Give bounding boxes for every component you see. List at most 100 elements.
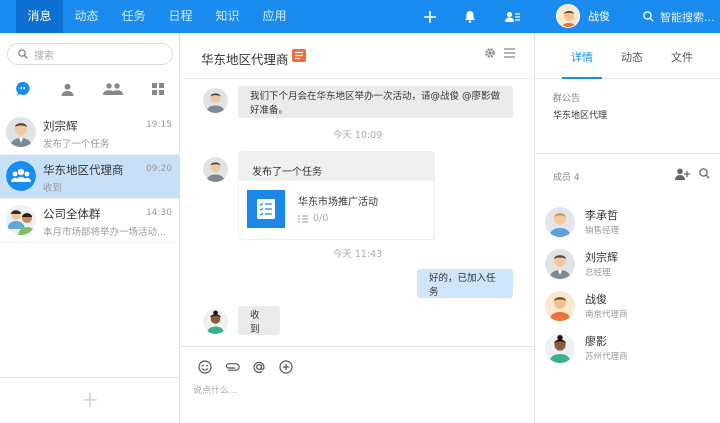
conversation-name: 华东地区代理商 [43, 163, 124, 177]
tab-contacts[interactable] [45, 77, 90, 101]
member-item[interactable]: 李承哲 销售经理 [545, 203, 715, 243]
list-item[interactable]: 刘宗辉 19:15 发布了一个任务 [0, 111, 180, 155]
member-name: 战俊 [585, 293, 607, 306]
list-item[interactable]: 华东地区代理商 09:20 收到 [0, 155, 180, 199]
global-search[interactable]: 智能搜索... [643, 0, 715, 33]
member-item[interactable]: 战俊 南京代理商 [545, 287, 715, 327]
search-icon[interactable] [699, 168, 710, 179]
group-avatar [6, 161, 36, 191]
avatar[interactable] [203, 309, 228, 334]
chat-panel: 华东地区代理商 我们下个月会在华东地区举办一次活动，请@战俊 @廖影做好准备。 … [181, 33, 534, 423]
chat-title: 华东地区代理商 [201, 52, 289, 67]
task-card-body: 华东市场推广活动 0/0 [239, 181, 434, 239]
avatar [545, 249, 575, 279]
search-icon [18, 49, 28, 59]
member-name: 李承哲 [585, 209, 618, 222]
member-item[interactable]: 刘宗辉 总经理 [545, 245, 715, 285]
member-role: 销售经理 [585, 226, 620, 236]
task-checklist-icon [247, 190, 285, 228]
message-timestamp: 今天 11:43 [332, 249, 383, 260]
list-item[interactable]: 公司全体群 14:30 本月市场部将举办一场活动... [0, 199, 180, 243]
top-navbar: 消息 动态 任务 日程 知识 应用 战俊 智能搜索... [0, 0, 720, 33]
grid-icon [151, 83, 164, 95]
conversation-name: 刘宗辉 [43, 119, 78, 133]
conversation-time: 14:30 [146, 208, 172, 218]
message-text: 我们下个月会在华东地区举办一次活动，请@战俊 @廖影做好准备。 [250, 91, 501, 116]
add-icon[interactable] [422, 0, 438, 33]
tab-apps-grid[interactable] [135, 77, 180, 101]
details-panel: 详情 动态 文件 群公告 华东地区代理 成员 4 李承哲 销售经理 刘宗辉 总经… [534, 33, 720, 423]
user-name: 战俊 [588, 10, 610, 23]
tab-groups[interactable] [90, 77, 135, 101]
divider [535, 153, 720, 154]
message-composer: 说点什么... [181, 346, 534, 423]
avatar [545, 207, 575, 237]
conversation-filter-tabs [0, 77, 180, 101]
user-avatar [556, 4, 580, 28]
task-name: 华东市场推广活动 [298, 197, 378, 208]
search-icon [643, 11, 654, 22]
group-icon [102, 83, 123, 95]
menu-icon[interactable] [504, 48, 515, 61]
add-circle-icon[interactable] [272, 357, 299, 377]
task-progress-value: 0/0 [313, 213, 329, 224]
task-header-text: 发布了一个任务 [252, 167, 322, 178]
chat-header: 华东地区代理商 [181, 33, 534, 79]
group-notice-label: 群公告 [553, 94, 581, 104]
avatar[interactable] [203, 88, 228, 113]
nav-tab-tasks[interactable]: 任务 [110, 0, 157, 33]
conversation-search-placeholder: 搜索 [34, 50, 54, 62]
conversation-time: 09:20 [146, 164, 172, 174]
message-bubble: 我们下个月会在华东地区举办一次活动，请@战俊 @廖影做好准备。 [238, 86, 513, 118]
member-name: 廖影 [585, 335, 607, 348]
group-notice-text: 华东地区代理 [553, 111, 608, 121]
add-member-icon[interactable] [675, 168, 690, 180]
nav-tab-schedule[interactable]: 日程 [157, 0, 204, 33]
current-user[interactable]: 战俊 [556, 4, 610, 28]
composer-toolbar [191, 357, 299, 377]
new-conversation-button[interactable]: + [0, 377, 180, 423]
avatar[interactable] [203, 157, 228, 182]
nav-tab-activity[interactable]: 动态 [63, 0, 110, 33]
member-role: 总经理 [585, 268, 611, 278]
message-timestamp: 今天 10:09 [332, 130, 383, 141]
conversation-preview: 发布了一个任务 [43, 139, 110, 150]
bell-icon[interactable] [462, 0, 478, 33]
mention-icon[interactable] [245, 357, 272, 377]
tab-details[interactable]: 详情 [557, 33, 607, 79]
group-avatar [6, 205, 36, 235]
nav-tab-apps[interactable]: 应用 [251, 0, 298, 33]
emoji-icon[interactable] [191, 357, 218, 377]
nav-tab-knowledge[interactable]: 知识 [204, 0, 251, 33]
message-text: 收到 [250, 309, 260, 335]
main-nav-tabs: 消息 动态 任务 日程 知识 应用 [16, 0, 298, 33]
member-role: 苏州代理商 [585, 352, 628, 362]
contacts-icon[interactable] [504, 0, 520, 33]
tab-activity[interactable]: 动态 [607, 33, 657, 79]
conversation-list: 刘宗辉 19:15 发布了一个任务 华东地区代理商 09:20 收到 公司全体群… [0, 111, 180, 243]
conversation-panel: 搜索 刘宗辉 19:15 发布了一个任务 华东地区代理商 09:20 收到 公司… [0, 33, 180, 423]
global-search-placeholder: 智能搜索... [660, 10, 715, 24]
conversation-preview: 收到 [43, 183, 63, 194]
message-bubble: 收到 [238, 306, 280, 335]
nav-tab-messages[interactable]: 消息 [16, 0, 63, 33]
list-icon [298, 214, 308, 223]
message-text: 好的，已加入任务 [429, 272, 496, 298]
attachment-icon[interactable] [218, 357, 245, 377]
self-message-bubble: 好的，已加入任务 [417, 269, 513, 298]
conversation-name: 公司全体群 [43, 207, 101, 221]
conversation-search-input[interactable]: 搜索 [7, 43, 173, 65]
announcement-icon[interactable] [292, 49, 306, 62]
tab-recent-chats[interactable] [0, 77, 45, 101]
conversation-preview: 本月市场部将举办一场活动... [43, 227, 167, 238]
task-progress: 0/0 [298, 213, 328, 224]
gear-icon[interactable] [484, 47, 496, 62]
message-input[interactable]: 说点什么... [193, 383, 238, 396]
person-icon [61, 83, 74, 96]
member-item[interactable]: 廖影 苏州代理商 [545, 329, 715, 369]
avatar [6, 117, 36, 147]
tab-files[interactable]: 文件 [657, 33, 707, 79]
avatar [545, 333, 575, 363]
task-message-card[interactable]: 发布了一个任务 华东市场推广活动 0/0 [238, 151, 435, 240]
members-count-label: 成员 4 [553, 173, 580, 183]
